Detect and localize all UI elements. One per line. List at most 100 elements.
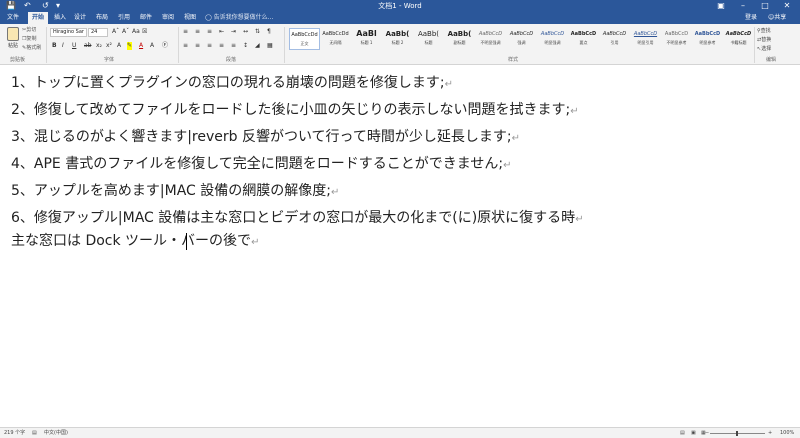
char-shading-icon[interactable]: A [150,42,154,50]
paragraph[interactable]: 2、修復して改めてファイルをロードした後に小皿の矢じりの表示しない問題を拭きます… [11,101,579,121]
tab-layout[interactable]: 布局 [94,12,110,24]
italic-icon[interactable]: I [62,42,64,50]
read-mode-icon[interactable]: ▤ [680,430,685,436]
align-right-icon[interactable]: ≡ [207,42,212,50]
tab-view[interactable]: 视图 [182,12,198,24]
style-subtle-emphasis[interactable]: AaBbCcD 不明显强调 [475,28,506,50]
grow-font-icon[interactable]: Aˆ [112,28,119,36]
minimize-icon[interactable]: – [732,0,754,12]
underline-icon[interactable]: U [72,42,76,50]
paragraph[interactable]: 4、APE 書式のファイルを修復して完全に問題をロードすることができません;↵ [11,155,512,175]
replace-button[interactable]: ⇄替换 [757,37,771,43]
style-quote[interactable]: AaBbCcD 引用 [599,28,630,50]
style-heading-1[interactable]: AaBl 标题 1 [351,28,382,50]
tab-home[interactable]: 开始 [28,12,48,24]
style-title[interactable]: AaBb(标题 [413,28,444,50]
paragraph[interactable]: 3、混じるのがよく響きます|reverb 反響がついて行って時間が少し延長します… [11,128,520,148]
style-preview: AaBbCcD [478,31,503,37]
style-emphasis[interactable]: AaBbCcD 强调 [506,28,537,50]
paragraph[interactable]: 6、修復アップル|MAC 設備は主な窓口とビデオの窓口が最大の化まで(に)原状に… [11,209,584,229]
ribbon-display-icon[interactable]: ▣ [710,0,732,12]
shading-icon[interactable]: ◢ [255,42,260,50]
select-label: 选择 [761,46,772,52]
zoom-out-icon[interactable]: − [705,430,709,436]
sort-icon[interactable]: ⇅ [255,28,260,36]
bullets-icon[interactable]: ≡ [183,28,188,36]
align-center-icon[interactable]: ≡ [195,42,200,50]
zoom-slider-thumb[interactable] [736,431,738,436]
format-painter-button[interactable]: ✎格式刷 [22,45,41,51]
tab-design[interactable]: 设计 [72,12,88,24]
enclose-char-icon[interactable]: Ⓕ [162,42,168,50]
tab-references[interactable]: 引用 [116,12,132,24]
language-indicator[interactable]: 中文(中国) [44,430,68,436]
style-preview: AaBb( [447,30,472,38]
change-case-icon[interactable]: Aa [132,28,140,36]
multilevel-list-icon[interactable]: ≡ [207,28,212,36]
find-button[interactable]: ⚲查找 [757,28,771,34]
style-intense-quote[interactable]: AaBbCcD 明显引用 [630,28,661,50]
align-left-icon[interactable]: ≡ [183,42,188,50]
title-bar: 💾 ↶ ↺ ▾ 文档1 - Word ▣ – □ ✕ [0,0,800,12]
style-strong[interactable]: AaBbCcD 要点 [568,28,599,50]
style-intense-emphasis[interactable]: AaBbCcD 明显强调 [537,28,568,50]
distribute-icon[interactable]: ≡ [231,42,236,50]
select-button[interactable]: ↖选择 [757,46,771,52]
font-color-icon[interactable]: A [139,42,143,50]
style-subtitle[interactable]: AaBb(副标题 [444,28,475,50]
style-normal[interactable]: AaBbCcDd 正文 [289,28,320,50]
style-book-title[interactable]: AaBbCcD 书籍标题 [723,28,754,50]
cut-button[interactable]: ✂剪切 [22,27,36,33]
restore-icon[interactable]: □ [754,0,776,12]
numbering-icon[interactable]: ≡ [195,28,200,36]
paragraph-mark-icon: ↵ [444,79,454,90]
style-intense-reference[interactable]: AaBbCcD 明显参考 [692,28,723,50]
copy-button[interactable]: ❐复制 [22,36,37,42]
borders-icon[interactable]: ▦ [267,42,273,50]
font-name-combo[interactable]: Hiragino Sar [50,28,87,37]
justify-icon[interactable]: ≡ [219,42,224,50]
sign-in-link[interactable]: 登录 [745,12,757,24]
document-area[interactable]: 1、トップに置くプラグインの窓口の現れる崩壊の問題を修復します;↵ 2、修復して… [0,65,800,427]
zoom-level[interactable]: 100% [780,430,794,436]
tell-me-box[interactable]: ◯ 告诉我你想要做什么... [205,12,273,24]
subscript-icon[interactable]: x₂ [96,42,102,50]
paragraph[interactable]: 主な窓口は Dock ツール・バーの後で↵ [11,232,259,252]
tab-file[interactable]: 文件 [4,12,22,24]
style-subtle-reference[interactable]: AaBbCcD 不明显参考 [661,28,692,50]
increase-indent-icon[interactable]: ⇥ [231,28,236,36]
show-marks-icon[interactable]: ¶ [267,28,271,36]
tab-review[interactable]: 审阅 [160,12,176,24]
superscript-icon[interactable]: x² [106,42,112,50]
tab-mailings[interactable]: 邮件 [138,12,154,24]
style-heading-2[interactable]: AaBb(标题 2 [382,28,413,50]
strikethrough-icon[interactable]: ab [84,42,92,50]
style-name: 标题 1 [360,40,373,45]
zoom-in-icon[interactable]: + [768,430,772,436]
close-icon[interactable]: ✕ [776,0,798,12]
highlight-icon[interactable]: ✎ [127,42,133,50]
paragraph[interactable]: 5、アップルを高めます|MAC 設備の網膜の解像度;↵ [11,182,339,202]
group-divider [754,27,755,63]
style-name: 不明显参考 [666,40,687,45]
group-divider [178,27,179,63]
shrink-font-icon[interactable]: Aˇ [122,28,129,36]
text-effects-icon[interactable]: A [117,42,121,50]
font-size-combo[interactable]: 24 [88,28,108,37]
chinese-layout-icon[interactable]: ↔ [243,28,248,36]
share-button[interactable]: ☺共享 [768,12,786,24]
lightbulb-icon: ◯ [205,14,214,21]
paste-button[interactable]: 粘贴 [4,26,22,54]
word-count[interactable]: 219 个字 [4,430,25,436]
proofing-icon[interactable]: ▤ [32,430,37,436]
style-no-spacing[interactable]: AaBbCcDd 无间隔 [320,28,351,50]
bold-icon[interactable]: B [52,42,57,50]
paragraph[interactable]: 1、トップに置くプラグインの窓口の現れる崩壊の問題を修復します;↵ [11,74,453,94]
print-layout-icon[interactable]: ▣ [691,430,696,436]
clear-format-icon[interactable]: ☒ [142,28,147,36]
decrease-indent-icon[interactable]: ⇤ [219,28,224,36]
paragraph-text: 2、修復して改めてファイルをロードした後に小皿の矢じりの表示しない問題を拭きます… [11,102,571,118]
style-preview: AaBbCcDd [322,31,349,37]
line-spacing-icon[interactable]: ↕ [243,42,248,50]
tab-insert[interactable]: 插入 [52,12,68,24]
